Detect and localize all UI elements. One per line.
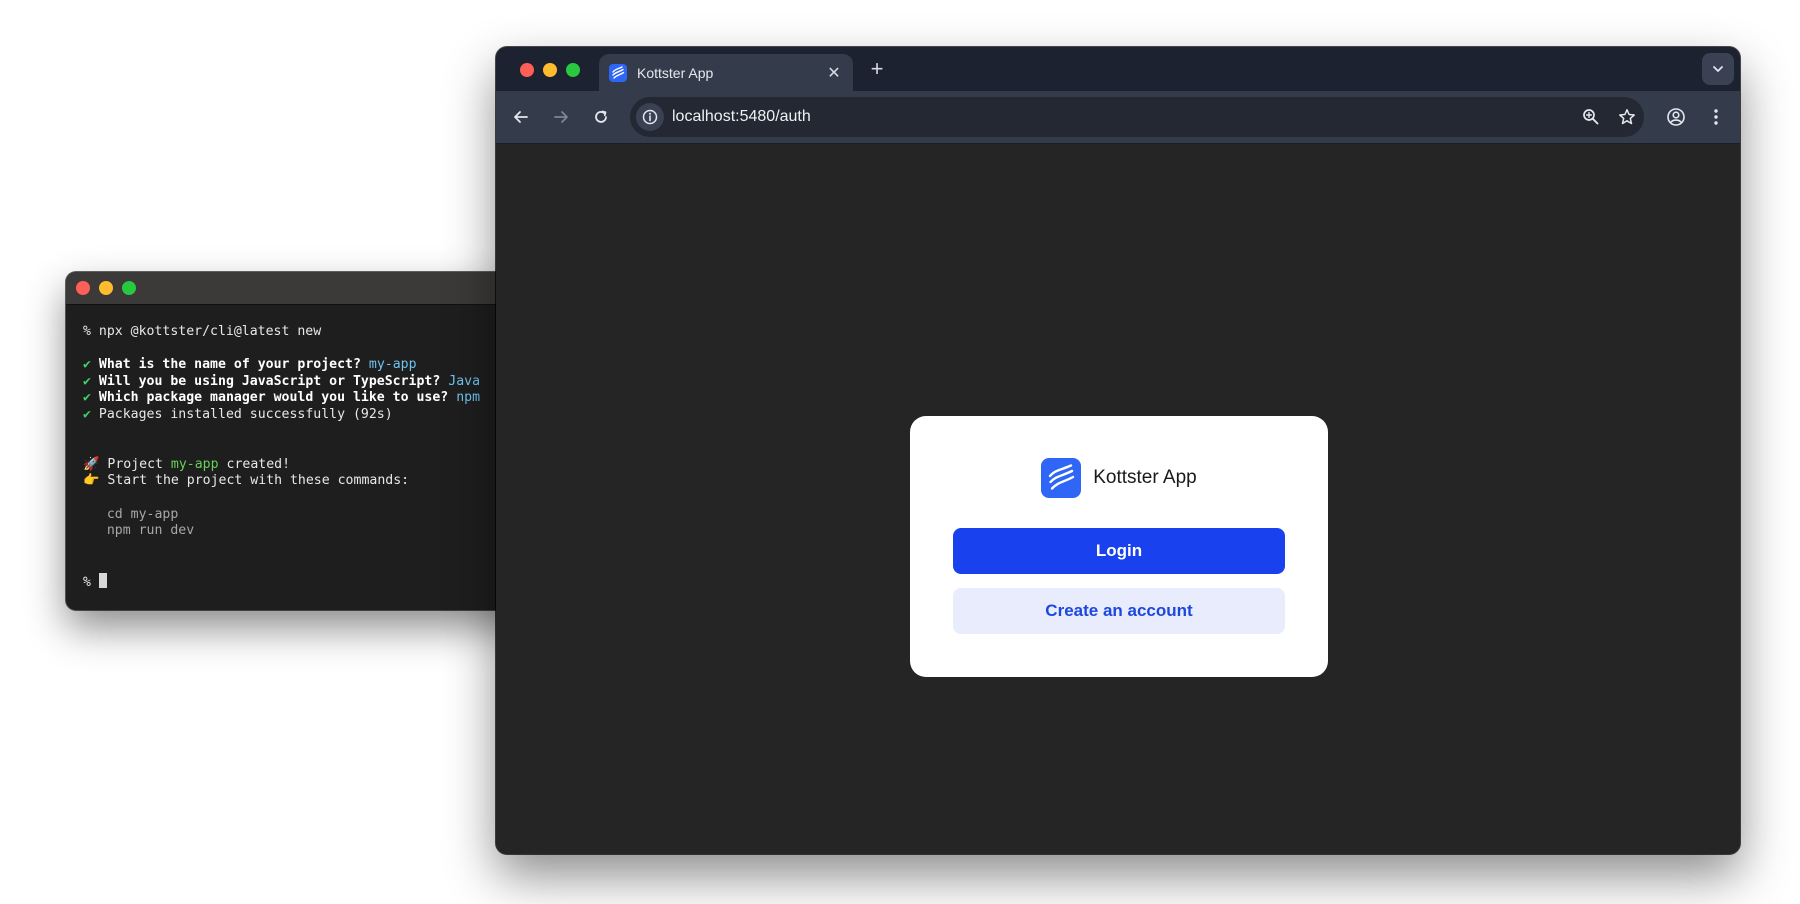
minimize-window-button[interactable] <box>99 281 113 295</box>
info-icon <box>642 109 658 125</box>
terminal-created: 🚀 Project my-app created! <box>83 456 291 472</box>
check-icon: ✔ <box>83 406 91 422</box>
close-window-button[interactable] <box>76 281 90 295</box>
terminal-output[interactable]: % npx @kottster/cli@latest new ✔ What is … <box>66 305 536 590</box>
pointing-hand-icon: 👉 <box>83 473 100 489</box>
browser-toolbar: localhost:5480/auth <box>496 91 1740 144</box>
window-controls <box>76 281 136 295</box>
terminal-titlebar[interactable] <box>66 272 536 305</box>
window-controls <box>520 63 580 77</box>
create-account-button[interactable]: Create an account <box>953 588 1285 634</box>
arrow-left-icon <box>514 111 528 123</box>
tab-search-button[interactable] <box>1702 53 1734 85</box>
zoom-button[interactable] <box>1579 105 1603 129</box>
terminal-command: % npx @kottster/cli@latest new <box>83 324 322 339</box>
login-button[interactable]: Login <box>953 528 1285 574</box>
check-icon: ✔ <box>83 357 91 373</box>
zoom-window-button[interactable] <box>566 63 580 77</box>
rocket-icon: 🚀 <box>83 456 100 472</box>
page-viewport: Kottster App Login Create an account <box>496 144 1740 854</box>
close-tab-icon[interactable]: ✕ <box>825 63 843 83</box>
terminal-command-cd: cd my-app <box>106 506 179 522</box>
zoom-in-icon <box>1583 109 1599 125</box>
terminal-window[interactable]: % npx @kottster/cli@latest new ✔ What is … <box>66 272 536 610</box>
browser-window[interactable]: Kottster App ✕ + localhost:5480/auth Kot… <box>496 47 1740 854</box>
bookmark-button[interactable] <box>1615 105 1639 129</box>
tab-kottster-app[interactable]: Kottster App ✕ <box>599 54 853 91</box>
terminal-question: ✔ Will you be using JavaScript or TypeSc… <box>83 373 481 389</box>
terminal-command-dev: npm run dev <box>106 523 195 539</box>
terminal-question: ✔ What is the name of your project? my-a… <box>83 357 417 373</box>
account-icon <box>1667 108 1685 126</box>
chevron-down-icon <box>1713 66 1723 72</box>
back-button[interactable] <box>508 104 534 130</box>
forward-button[interactable] <box>548 104 574 130</box>
site-info-button[interactable] <box>636 103 664 131</box>
address-bar[interactable]: localhost:5480/auth <box>630 97 1644 137</box>
url-text[interactable]: localhost:5480/auth <box>672 108 811 126</box>
check-icon: ✔ <box>83 390 91 406</box>
reload-icon <box>595 110 607 123</box>
terminal-cursor <box>98 572 107 588</box>
more-vertical-icon <box>1714 109 1718 125</box>
kottster-logo-icon <box>609 63 627 82</box>
tab-title: Kottster App <box>637 64 714 81</box>
profile-button[interactable] <box>1663 104 1689 130</box>
kottster-logo-icon <box>1041 458 1082 498</box>
brand-header: Kottster App <box>910 458 1328 498</box>
arrow-right-icon <box>554 111 568 123</box>
tab-strip[interactable]: Kottster App ✕ + <box>496 47 1740 91</box>
browser-menu-button[interactable] <box>1703 104 1729 130</box>
zoom-window-button[interactable] <box>122 281 136 295</box>
reload-button[interactable] <box>588 104 614 130</box>
check-icon: ✔ <box>83 373 91 389</box>
terminal-question: ✔ Which package manager would you like t… <box>83 390 481 406</box>
star-icon <box>1619 109 1635 125</box>
terminal-start-hint: 👉 Start the project with these commands: <box>83 473 410 489</box>
close-window-button[interactable] <box>520 63 534 77</box>
auth-card: Kottster App Login Create an account <box>910 416 1328 677</box>
minimize-window-button[interactable] <box>543 63 557 77</box>
app-name: Kottster App <box>1093 467 1197 488</box>
new-tab-button[interactable]: + <box>864 56 890 82</box>
terminal-installed: ✔ Packages installed successfully (92s) <box>83 406 393 422</box>
terminal-prompt[interactable]: % <box>83 572 536 590</box>
